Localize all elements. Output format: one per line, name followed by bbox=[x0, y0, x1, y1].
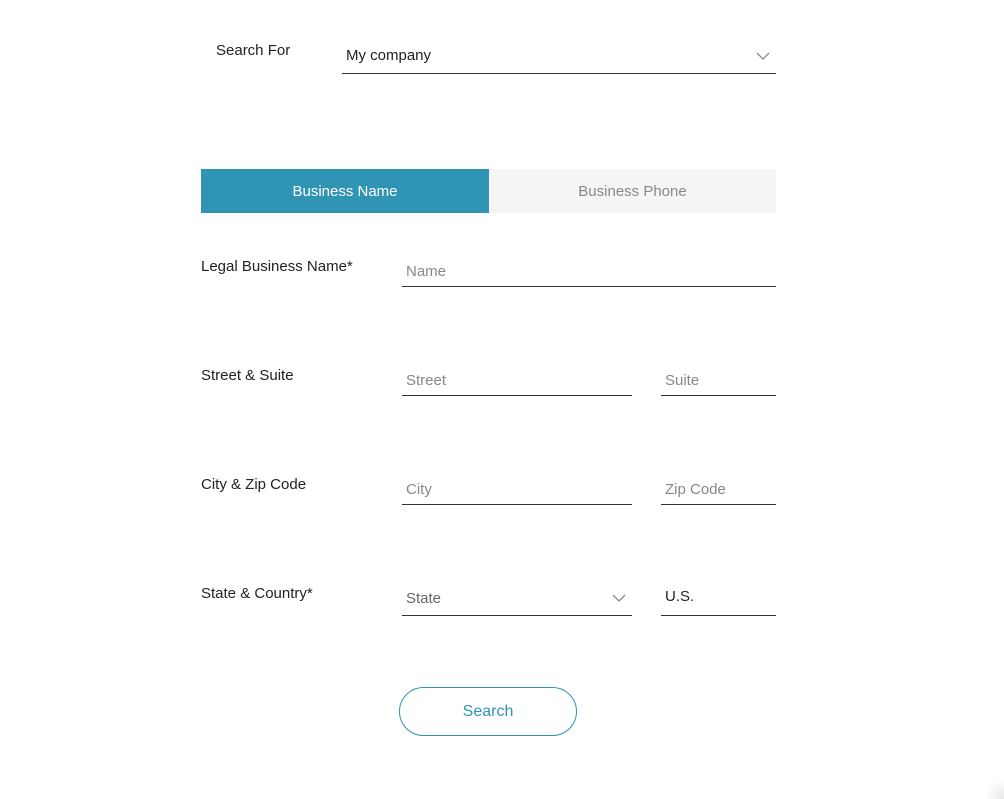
suite-field[interactable] bbox=[661, 365, 776, 396]
search-for-label: Search For bbox=[216, 42, 291, 59]
chevron-down-icon bbox=[612, 594, 626, 602]
street-field[interactable] bbox=[402, 365, 632, 396]
legal-name-input[interactable] bbox=[402, 256, 776, 286]
state-placeholder: State bbox=[406, 590, 442, 607]
country-value: U.S. bbox=[665, 588, 695, 605]
city-field[interactable] bbox=[402, 474, 632, 505]
search-for-select[interactable]: My company bbox=[342, 43, 776, 74]
corner-shadow bbox=[984, 779, 1004, 799]
street-suite-label: Street & Suite bbox=[201, 367, 294, 384]
state-select[interactable]: State bbox=[402, 585, 632, 616]
search-button[interactable]: Search bbox=[399, 687, 577, 736]
zip-input[interactable] bbox=[661, 474, 776, 504]
tab-business-phone[interactable]: Business Phone bbox=[489, 169, 776, 213]
legal-name-field[interactable] bbox=[402, 256, 776, 287]
chevron-down-icon bbox=[756, 52, 770, 60]
zip-field[interactable] bbox=[661, 474, 776, 505]
country-field[interactable]: U.S. bbox=[661, 585, 776, 616]
legal-name-label: Legal Business Name* bbox=[201, 258, 353, 275]
suite-input[interactable] bbox=[661, 365, 776, 395]
tab-business-name[interactable]: Business Name bbox=[201, 169, 489, 213]
street-input[interactable] bbox=[402, 365, 632, 395]
search-for-value: My company bbox=[346, 47, 432, 64]
state-country-label: State & Country* bbox=[201, 585, 313, 602]
city-input[interactable] bbox=[402, 474, 632, 504]
city-zip-label: City & Zip Code bbox=[201, 476, 307, 493]
